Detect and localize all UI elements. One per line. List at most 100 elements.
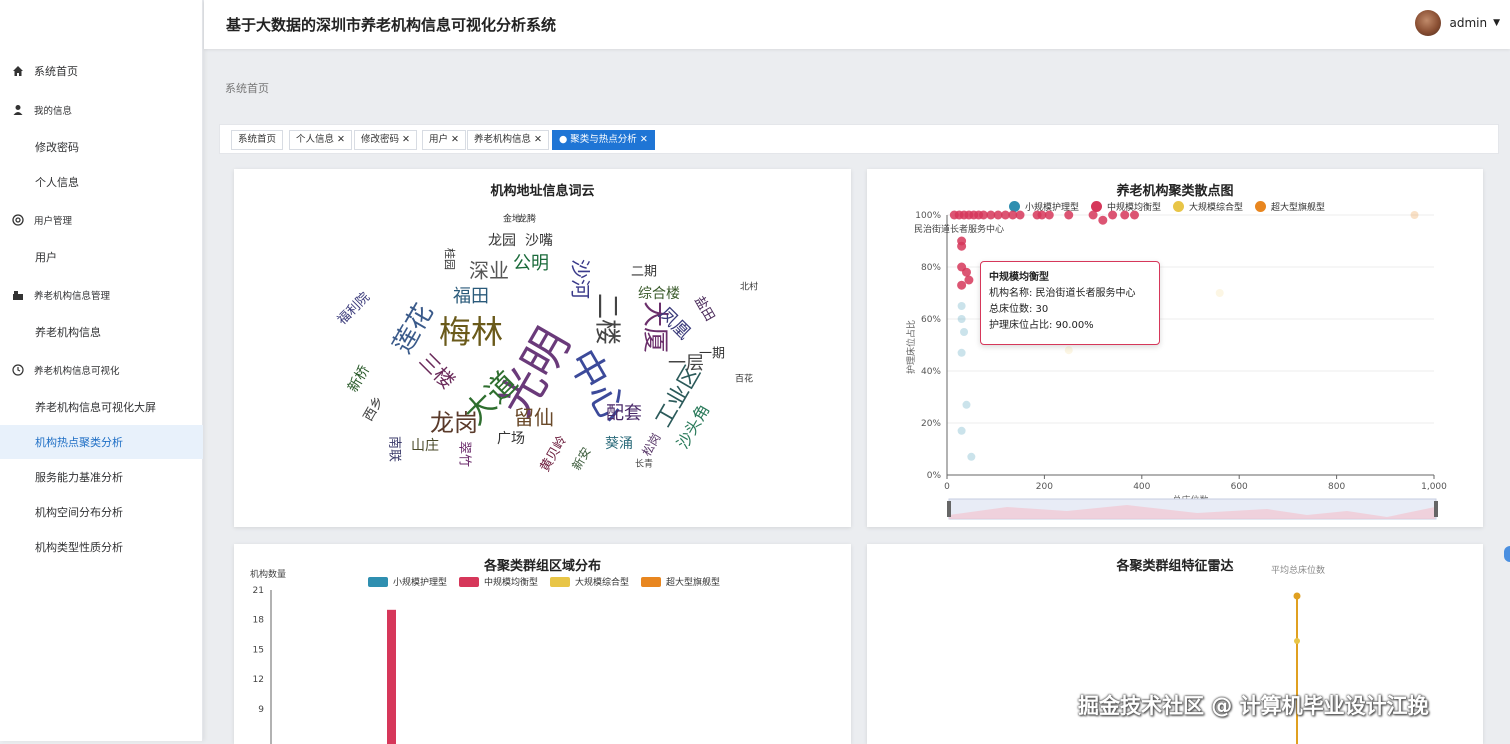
sidebar-item-6[interactable]: 养老机构信息管理: [0, 278, 203, 312]
sidebar-item-label: 我的信息: [34, 106, 73, 117]
wordcloud-word: 沙河: [569, 259, 593, 299]
sidebar-item-5[interactable]: 用户: [0, 240, 203, 274]
wordcloud-word: 留仙: [514, 406, 554, 430]
tab-2[interactable]: 修改密码 ✕: [354, 130, 417, 150]
scatter-point: [1088, 210, 1098, 220]
sidebar: 系统首页我的信息修改密码个人信息用户管理用户养老机构信息管理养老机构信息养老机构…: [0, 0, 203, 741]
sidebar-item-11[interactable]: 服务能力基准分析: [0, 460, 203, 494]
scatter-point: [957, 241, 967, 251]
wordcloud-word: 广场: [497, 431, 525, 447]
scatter-point: [1120, 210, 1130, 220]
wordcloud-word: 综合楼: [638, 286, 680, 302]
tab-5[interactable]: ● 聚类与热点分析 ✕: [552, 130, 655, 150]
y-tick-label: 18: [253, 616, 265, 626]
scatter-point: [1015, 210, 1025, 220]
wordcloud-word: 新桥: [345, 363, 373, 395]
sidebar-item-label: 养老机构信息可视化大屏: [35, 401, 156, 414]
sidebar-item-label: 机构空间分布分析: [35, 506, 123, 519]
wordcloud: 光明中心梅林大道莲花 二楼 大厦龙岗 工业区深业三楼沙河留仙福田配套公明凤凰一层沙头角…: [335, 213, 758, 475]
user-menu[interactable]: admin ▼: [1415, 10, 1500, 36]
tab-bar: 系统首页 个人信息 ✕ 修改密码 ✕ 用户 ✕ 养老机构信息 ✕ ● 聚类与热点分析 ✕: [219, 124, 1499, 154]
float-handle[interactable]: [1504, 546, 1510, 562]
building-icon: [12, 289, 24, 301]
scatter-point: [1098, 215, 1108, 225]
tab-3[interactable]: 用户 ✕: [422, 130, 466, 150]
y-tick-label: 12: [253, 675, 264, 685]
wordcloud-word: 北村: [740, 281, 758, 293]
sidebar-item-7[interactable]: 养老机构信息: [0, 315, 203, 349]
sidebar-item-label: 个人信息: [35, 176, 79, 189]
user-icon: [12, 104, 24, 116]
scatter-point: [957, 302, 966, 310]
x-tick-label: 0: [944, 482, 950, 492]
sidebar-item-label: 用户管理: [34, 216, 73, 227]
sidebar-item-2[interactable]: 修改密码: [0, 130, 203, 164]
y-axis-label: 机构数量: [250, 568, 286, 580]
breadcrumb[interactable]: 系统首页: [225, 80, 269, 96]
wordcloud-word: 配套: [606, 403, 642, 424]
wordcloud-word: 翠竹: [457, 441, 472, 467]
bar-chart[interactable]: 机构数量 21 18 15 12 9: [234, 544, 851, 744]
sidebar-item-13[interactable]: 机构类型性质分析: [0, 530, 203, 564]
wordcloud-word: 南联: [387, 436, 403, 462]
wordcloud-word: 龙腾: [518, 213, 536, 225]
scatter-point: [964, 275, 974, 285]
scatter-point: [957, 315, 966, 323]
scatter-point: [960, 328, 969, 336]
x-tick-label: 800: [1328, 482, 1345, 492]
wordcloud-word: 盐田: [691, 294, 717, 324]
sidebar-item-10[interactable]: 机构热点聚类分析: [0, 425, 203, 459]
tab-4[interactable]: 养老机构信息 ✕: [467, 130, 549, 150]
tab-0[interactable]: 系统首页: [231, 130, 284, 150]
wordcloud-word: 桂园: [443, 248, 457, 270]
users-icon: [12, 214, 24, 226]
sidebar-item-label: 机构类型性质分析: [35, 541, 123, 554]
clock-icon: [12, 364, 24, 376]
wordcloud-word: 西乡: [361, 394, 387, 424]
y-tick-label: 80%: [921, 263, 941, 273]
bar-card: 各聚类群组区域分布 小规模护理型 中规模均衡型 大规模综合型 超大型旗舰型 机构数量 2…: [234, 544, 851, 744]
wordcloud-word: 山庄: [411, 437, 439, 454]
y-tick-label: 20%: [921, 419, 941, 429]
tab-1[interactable]: 个人信息 ✕: [289, 130, 352, 150]
app-title: 基于大数据的深圳市养老机构信息可视化分析系统: [226, 16, 557, 34]
scatter-tooltip: 中规模均衡型 机构名称: 民治街道长者服务中心 总床位数: 30 护理床位占比:…: [980, 261, 1160, 345]
y-axis-label: 护理床位占比: [905, 320, 917, 374]
wordcloud-word: 福利院: [335, 290, 373, 328]
sidebar-item-label: 修改密码: [35, 141, 79, 154]
home-icon: [12, 65, 24, 77]
zoom-handle-right: [1434, 501, 1438, 517]
wordcloud-word: 葵涌: [605, 436, 633, 452]
zoom-handle-left: [947, 501, 951, 517]
sidebar-item-0[interactable]: 系统首页: [0, 54, 203, 88]
scatter-point: [961, 267, 971, 277]
sidebar-item-label: 养老机构信息: [35, 326, 101, 339]
sidebar-item-4[interactable]: 用户管理: [0, 203, 203, 237]
bar: [387, 609, 396, 744]
wordcloud-word: 二楼: [592, 293, 622, 345]
sidebar-item-3[interactable]: 个人信息: [0, 165, 203, 199]
wordcloud-word: 一期: [699, 347, 725, 362]
wordcloud-word: 龙园: [488, 233, 516, 249]
wordcloud-word: 新安: [569, 444, 594, 472]
sidebar-item-1[interactable]: 我的信息: [0, 93, 203, 127]
radar-point: [1293, 592, 1301, 600]
point-label: 民治街道长者服务中心: [914, 223, 1004, 235]
chevron-down-icon[interactable]: ▼: [1493, 18, 1500, 28]
wordcloud-word: 三楼: [414, 348, 459, 393]
scatter-point: [957, 348, 966, 357]
wordcloud-word: 二期: [631, 265, 657, 280]
avatar[interactable]: [1415, 10, 1442, 36]
top-header: 基于大数据的深圳市养老机构信息可视化分析系统 admin ▼: [204, 0, 1510, 49]
sidebar-item-9[interactable]: 养老机构信息可视化大屏: [0, 390, 203, 424]
radar-point: [1294, 638, 1300, 644]
scatter-point: [1044, 210, 1054, 220]
scatter-point: [1410, 211, 1419, 219]
sidebar-item-12[interactable]: 机构空间分布分析: [0, 495, 203, 529]
x-tick-label: 400: [1133, 482, 1150, 492]
sidebar-item-8[interactable]: 养老机构信息可视化: [0, 353, 203, 387]
username[interactable]: admin: [1449, 16, 1487, 30]
radar-axis-label: 平均总床位数: [1271, 564, 1325, 576]
scatter-chart[interactable]: 0% 20% 40% 60% 80% 100% 0 200 400 600 800 1,000 总床位数…: [867, 169, 1483, 527]
wordcloud-word: 沙嘴: [525, 233, 553, 249]
